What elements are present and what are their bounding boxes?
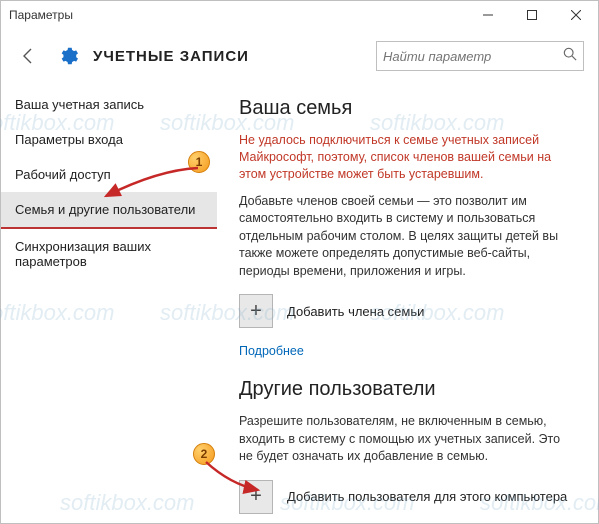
family-error-message: Не удалось подключиться к семье учетных … xyxy=(239,132,576,183)
app-title: УЧЕТНЫЕ ЗАПИСИ xyxy=(93,48,249,65)
other-description: Разрешите пользователям, не включенным в… xyxy=(239,413,576,466)
add-family-label: Добавить члена семьи xyxy=(287,304,424,319)
gear-icon xyxy=(57,45,79,67)
section-heading-other: Другие пользователи xyxy=(239,378,576,401)
window-title: Параметры xyxy=(9,8,466,22)
window-controls xyxy=(466,1,598,29)
settings-window: Параметры УЧЕТНЫЕ ЗАПИСИ Ваша учетная за… xyxy=(0,0,599,524)
learn-more-link[interactable]: Подробнее xyxy=(239,344,304,358)
titlebar: Параметры xyxy=(1,1,598,29)
sidebar-item-work-access[interactable]: Рабочий доступ xyxy=(1,157,217,192)
minimize-button[interactable] xyxy=(466,1,510,29)
add-other-label: Добавить пользователя для этого компьюте… xyxy=(287,489,567,504)
add-other-user-button[interactable]: + Добавить пользователя для этого компью… xyxy=(239,480,576,514)
family-description: Добавьте членов своей семьи — это позвол… xyxy=(239,193,576,281)
close-button[interactable] xyxy=(554,1,598,29)
search-icon xyxy=(563,47,577,66)
search-box[interactable] xyxy=(376,41,584,71)
maximize-button[interactable] xyxy=(510,1,554,29)
section-heading-family: Ваша семья xyxy=(239,97,576,120)
plus-icon: + xyxy=(239,480,273,514)
sidebar-item-your-account[interactable]: Ваша учетная запись xyxy=(1,87,217,122)
back-button[interactable] xyxy=(15,42,43,70)
plus-icon: + xyxy=(239,294,273,328)
add-family-member-button[interactable]: + Добавить члена семьи xyxy=(239,294,576,328)
header-bar: УЧЕТНЫЕ ЗАПИСИ xyxy=(1,29,598,83)
sidebar-item-sync[interactable]: Синхронизация ваших параметров xyxy=(1,229,217,279)
sidebar-item-signin-options[interactable]: Параметры входа xyxy=(1,122,217,157)
body: Ваша учетная запись Параметры входа Рабо… xyxy=(1,83,598,523)
content-panel: Ваша семья Не удалось подключиться к сем… xyxy=(217,83,598,523)
sidebar-item-family-other[interactable]: Семья и другие пользователи xyxy=(1,192,217,229)
sidebar: Ваша учетная запись Параметры входа Рабо… xyxy=(1,83,217,523)
search-input[interactable] xyxy=(383,49,563,64)
